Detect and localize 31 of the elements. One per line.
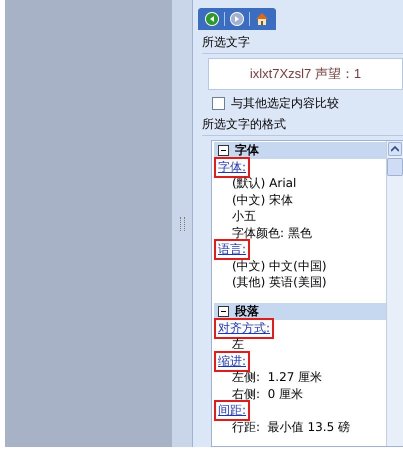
back-button[interactable] xyxy=(203,10,221,28)
section-label: 所选文字的格式 xyxy=(202,116,403,136)
format-value: 小五 xyxy=(231,208,256,226)
forward-icon xyxy=(230,12,244,26)
section-label: 所选文字 xyxy=(202,34,403,54)
section-header[interactable]: 字体 xyxy=(214,142,386,159)
format-link[interactable]: 间距: xyxy=(214,400,250,422)
home-icon xyxy=(255,12,269,26)
format-link[interactable]: 字体: xyxy=(214,156,250,178)
selected-text-box: ixlxt7Xzsl7 声望：1 xyxy=(208,58,403,90)
format-value: 左侧: 1.27 厘米 xyxy=(231,369,322,386)
format-link[interactable]: 语言: xyxy=(214,239,250,260)
caret-up-icon xyxy=(391,146,399,152)
format-value: (其他) 英语(美国) xyxy=(231,274,327,292)
format-value: (中文) 中文(中国) xyxy=(231,258,327,275)
format-link[interactable]: 对齐方式: xyxy=(214,318,274,339)
format-value: 字体颜色: 黑色 xyxy=(231,224,312,242)
format-value: 左 xyxy=(231,336,244,354)
scroll-up-button[interactable] xyxy=(388,142,402,156)
splitter-grip[interactable] xyxy=(180,216,184,230)
format-value: (中文) 宋体 xyxy=(231,192,294,209)
back-icon xyxy=(205,12,219,26)
format-value: 右侧: 0 厘米 xyxy=(231,386,304,403)
format-value: (默认) Arial xyxy=(231,175,296,192)
scrollbar-thumb[interactable] xyxy=(387,158,403,176)
compare-checkbox[interactable] xyxy=(212,97,225,110)
checkbox-label: 与其他选定内容比较 xyxy=(231,95,339,112)
format-value: 行距: 最小值 13.5 磅 xyxy=(231,418,350,436)
format-link[interactable]: 缩进: xyxy=(214,350,250,372)
scrollbar[interactable] xyxy=(386,141,403,446)
section-header[interactable]: 段落 xyxy=(214,303,386,320)
